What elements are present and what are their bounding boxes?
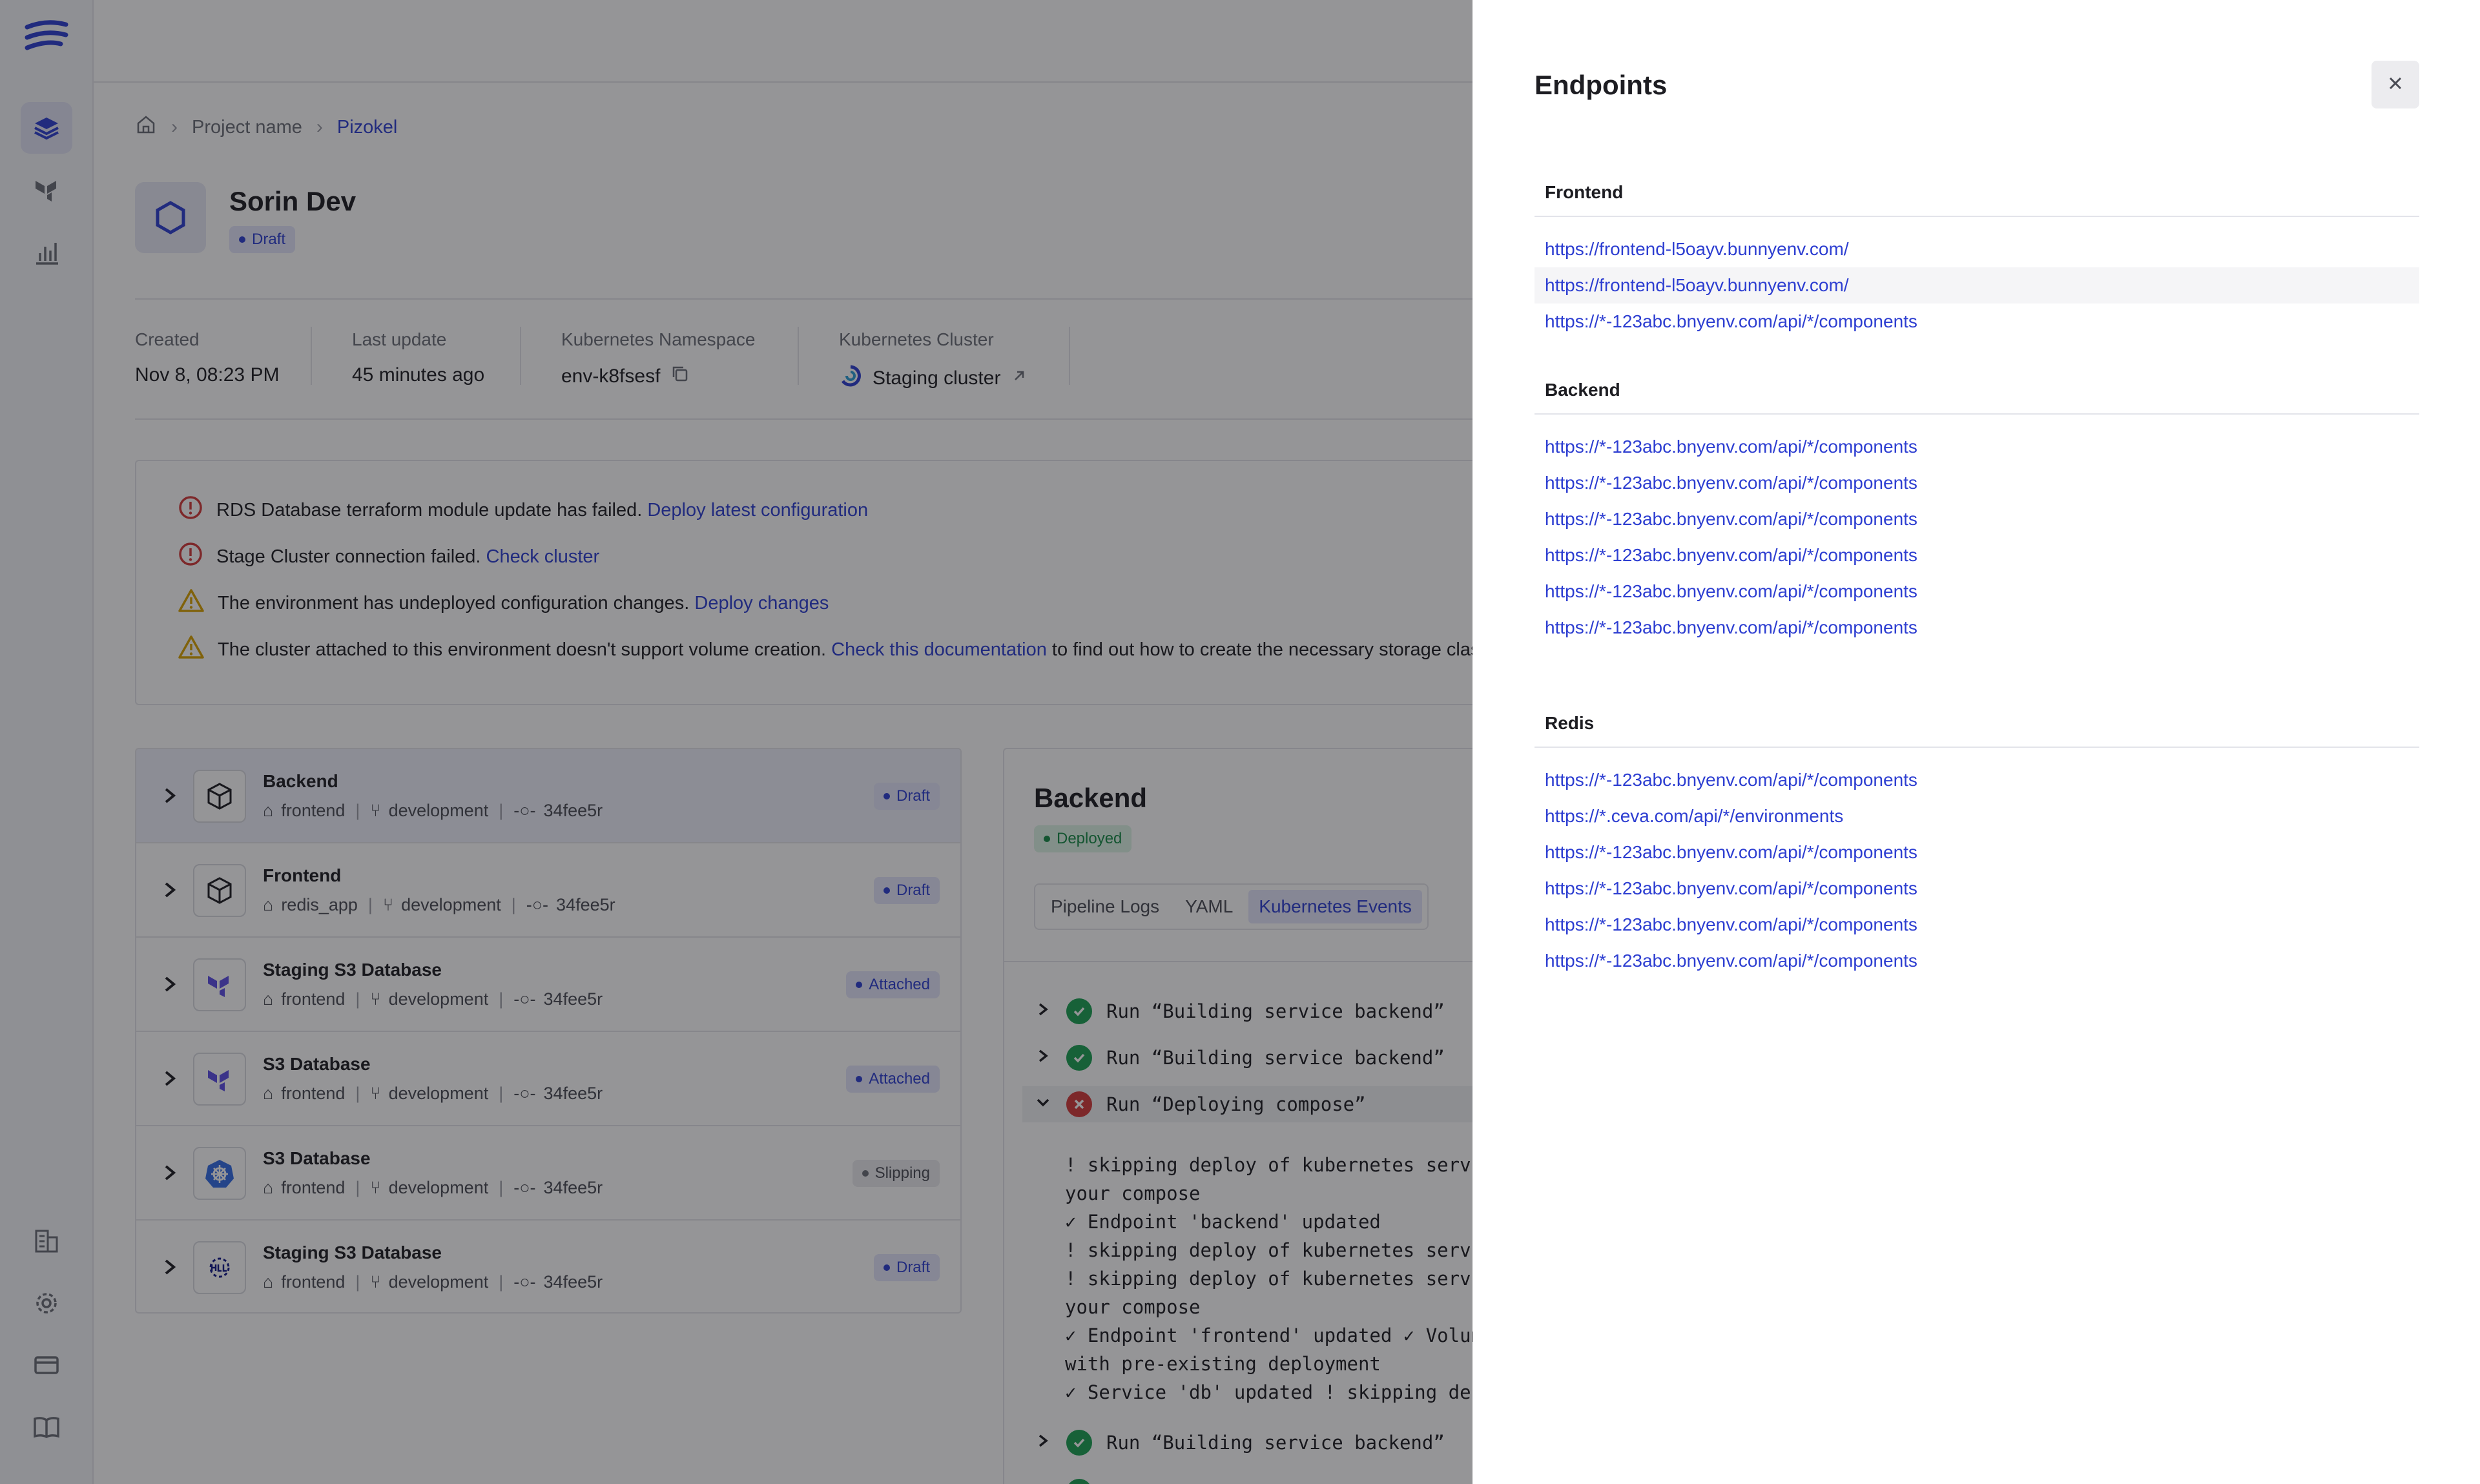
endpoint-link[interactable]: https://*-123abc.bnyenv.com/api/*/compon…: [1534, 610, 2419, 646]
endpoints-drawer: Endpoints Frontend https://frontend-l5oa…: [1472, 0, 2480, 1484]
endpoint-list: https://*-123abc.bnyenv.com/api/*/compon…: [1534, 748, 2419, 979]
endpoint-link[interactable]: https://*-123abc.bnyenv.com/api/*/compon…: [1534, 834, 2419, 871]
endpoint-link[interactable]: https://*-123abc.bnyenv.com/api/*/compon…: [1534, 762, 2419, 798]
endpoint-link[interactable]: https://*-123abc.bnyenv.com/api/*/compon…: [1534, 573, 2419, 610]
endpoint-link[interactable]: https://*-123abc.bnyenv.com/api/*/compon…: [1534, 537, 2419, 573]
endpoint-link[interactable]: https://frontend-l5oayv.bunnyenv.com/: [1534, 231, 2419, 267]
group-heading: Frontend: [1534, 182, 2419, 217]
endpoint-link[interactable]: https://frontend-l5oayv.bunnyenv.com/: [1534, 267, 2419, 304]
group-heading: Backend: [1534, 380, 2419, 415]
endpoint-link[interactable]: https://*-123abc.bnyenv.com/api/*/compon…: [1534, 907, 2419, 943]
endpoint-list: https://frontend-l5oayv.bunnyenv.com/ ht…: [1534, 217, 2419, 340]
close-icon: [2386, 74, 2405, 96]
endpoint-link[interactable]: https://*-123abc.bnyenv.com/api/*/compon…: [1534, 943, 2419, 979]
endpoint-link[interactable]: https://*-123abc.bnyenv.com/api/*/compon…: [1534, 465, 2419, 501]
endpoint-link[interactable]: https://*.ceva.com/api/*/environments: [1534, 798, 2419, 834]
endpoint-link[interactable]: https://*-123abc.bnyenv.com/api/*/compon…: [1534, 429, 2419, 465]
drawer-title: Endpoints: [1534, 70, 1668, 100]
group-heading: Redis: [1534, 713, 2419, 748]
close-button[interactable]: [2372, 61, 2419, 108]
endpoint-link[interactable]: https://*-123abc.bnyenv.com/api/*/compon…: [1534, 501, 2419, 537]
endpoint-group-backend: Backend https://*-123abc.bnyenv.com/api/…: [1534, 380, 2419, 646]
endpoint-link[interactable]: https://*-123abc.bnyenv.com/api/*/compon…: [1534, 304, 2419, 340]
endpoint-group-frontend: Frontend https://frontend-l5oayv.bunnyen…: [1534, 182, 2419, 340]
endpoint-list: https://*-123abc.bnyenv.com/api/*/compon…: [1534, 415, 2419, 646]
endpoint-group-redis: Redis https://*-123abc.bnyenv.com/api/*/…: [1534, 713, 2419, 979]
endpoint-link[interactable]: https://*-123abc.bnyenv.com/api/*/compon…: [1534, 871, 2419, 907]
